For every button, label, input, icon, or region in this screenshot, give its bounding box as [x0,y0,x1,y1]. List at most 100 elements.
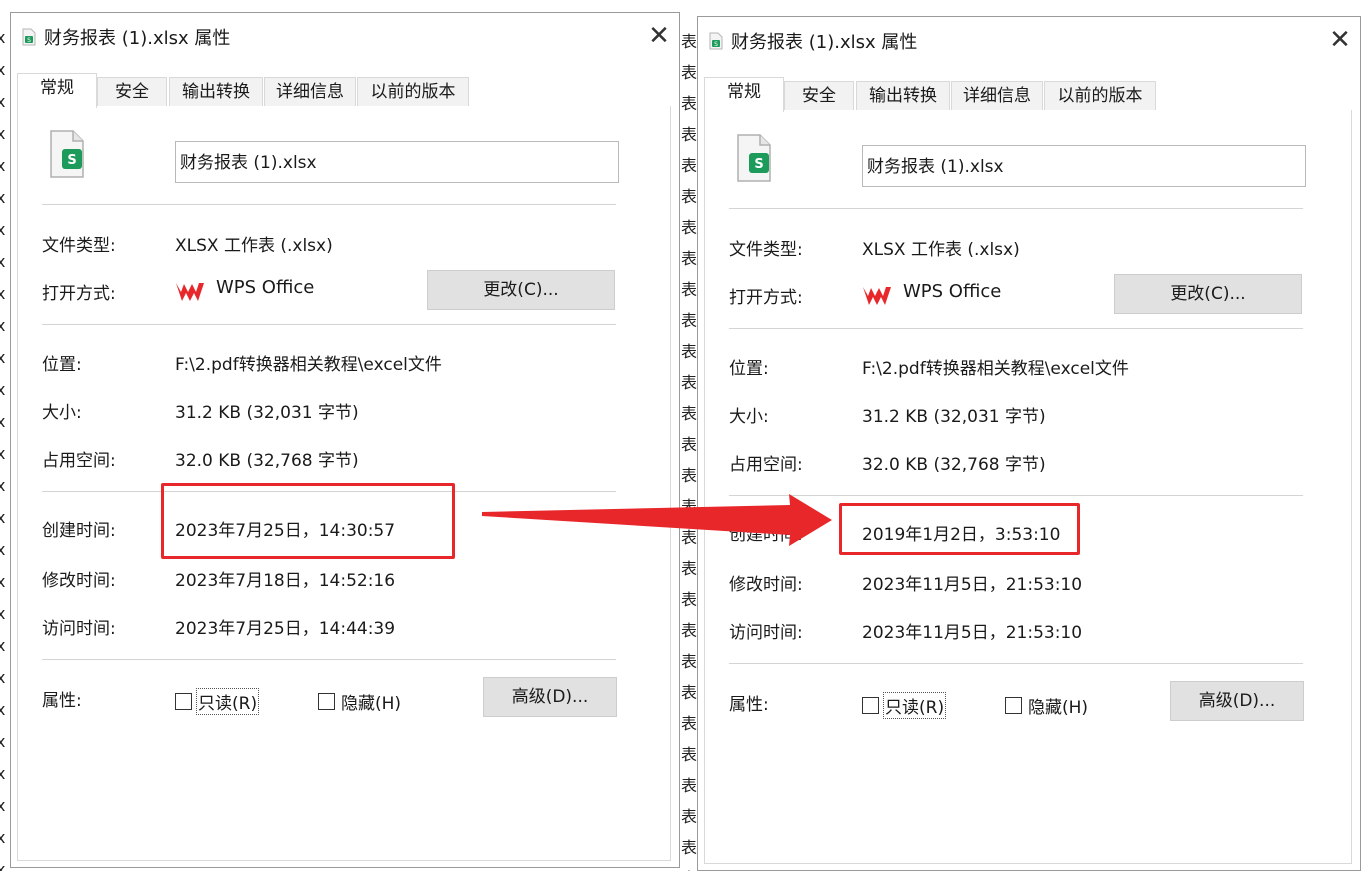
spreadsheet-file-icon: S [709,32,723,50]
background-glyph: x [0,476,6,495]
close-button[interactable]: ✕ [639,19,679,53]
spreadsheet-file-icon: S [737,134,771,182]
change-button[interactable]: 更改(C)... [427,270,615,310]
svg-text:S: S [714,41,718,48]
background-glyph: x [0,220,6,239]
separator [42,659,616,660]
modified-label: 修改时间: [42,571,116,591]
tab-security[interactable]: 安全 [784,81,854,111]
background-glyph: x [0,124,6,143]
location-label: 位置: [42,355,82,375]
hidden-label: 隐藏(H) [1028,698,1089,718]
wps-logo-icon [176,283,204,301]
background-glyph: 表 [681,865,697,871]
background-glyph: x [0,860,6,871]
background-glyph: 表 [681,311,697,330]
filename-field[interactable]: 财务报表 (1).xlsx [862,145,1306,187]
tab-strip: 常规 安全 输出转换 详细信息 以前的版本 [704,77,1352,112]
background-glyph: 表 [681,621,697,640]
created-time-highlight [839,503,1080,555]
hidden-label: 隐藏(H) [341,694,402,714]
separator [42,204,616,205]
title-bar[interactable]: S 财务报表 (1).xlsx 属性 ✕ [698,17,1360,65]
svg-text:S: S [754,157,763,172]
tab-details[interactable]: 详细信息 [264,77,356,107]
modified-value: 2023年11月5日，21:53:10 [862,575,1083,595]
background-glyph: 表 [681,466,697,485]
background-glyph: x [0,604,6,623]
background-glyph: x [0,636,6,655]
disk-size-label: 占用空间: [729,455,803,475]
background-glyph: x [0,284,6,303]
tab-details[interactable]: 详细信息 [951,81,1043,111]
svg-text:S: S [27,37,31,44]
background-glyph: x [0,412,6,431]
size-label: 大小: [42,403,82,423]
background-glyph: 表 [681,683,697,702]
separator [729,208,1303,209]
open-with-app: WPS Office [903,281,1002,302]
tab-output-conversion[interactable]: 输出转换 [856,81,950,111]
accessed-label: 访问时间: [729,623,803,643]
background-glyph: 表 [681,776,697,795]
tab-previous-versions[interactable]: 以前的版本 [357,77,469,107]
readonly-label: 只读(R) [882,692,947,719]
hidden-checkbox[interactable]: 隐藏(H) [1005,693,1089,718]
background-glyph: 表 [681,218,697,237]
background-glyph: x [0,316,6,335]
readonly-checkbox[interactable]: 只读(R) [175,688,260,715]
filename-field[interactable]: 财务报表 (1).xlsx [175,141,619,183]
open-with-app: WPS Office [216,277,315,298]
file-type-label: 文件类型: [42,236,116,256]
background-glyph: 表 [681,156,697,175]
file-type-label: 文件类型: [729,240,803,260]
close-icon: ✕ [648,21,670,51]
accessed-label: 访问时间: [42,619,116,639]
background-right-strip: 表表表表表表表表表表表表表表表表表表表表表表表表表表表表 [681,0,697,871]
checkbox-box[interactable] [175,693,192,710]
background-left-strip: xxxxxxxxxxxxxxxxxxxxxxxxxxx [0,0,10,871]
background-glyph: 表 [681,280,697,299]
tab-previous-versions[interactable]: 以前的版本 [1044,81,1156,111]
background-glyph: 表 [681,807,697,826]
background-glyph: x [0,188,6,207]
checkbox-box[interactable] [318,693,335,710]
background-glyph: 表 [681,373,697,392]
background-glyph: 表 [681,652,697,671]
accessed-value: 2023年7月25日，14:44:39 [175,619,396,639]
checkbox-box[interactable] [862,697,879,714]
advanced-button[interactable]: 高级(D)... [483,677,617,717]
separator [729,663,1303,664]
modified-label: 修改时间: [729,575,803,595]
size-label: 大小: [729,407,769,427]
tab-general[interactable]: 常规 [17,73,97,108]
background-glyph: 表 [681,435,697,454]
background-glyph: x [0,252,6,271]
background-glyph: 表 [681,559,697,578]
spreadsheet-file-icon: S [50,130,84,178]
background-glyph: x [0,508,6,527]
general-panel [704,110,1352,864]
title-bar[interactable]: S 财务报表 (1).xlsx 属性 ✕ [11,13,679,61]
size-value: 31.2 KB (32,031 字节) [175,403,359,423]
background-glyph: 表 [681,528,697,547]
background-glyph: 表 [681,63,697,82]
size-value: 31.2 KB (32,031 字节) [862,407,1046,427]
tab-general[interactable]: 常规 [704,77,784,112]
background-glyph: 表 [681,838,697,857]
properties-dialog-original: S 财务报表 (1).xlsx 属性 ✕ 常规 安全 输出转换 详细信息 以前的… [10,12,680,868]
hidden-checkbox[interactable]: 隐藏(H) [318,689,402,714]
accessed-value: 2023年11月5日，21:53:10 [862,623,1083,643]
readonly-label: 只读(R) [195,688,260,715]
readonly-checkbox[interactable]: 只读(R) [862,692,947,719]
created-time-highlight [161,483,455,559]
background-glyph: 表 [681,497,697,516]
tab-output-conversion[interactable]: 输出转换 [169,77,263,107]
tab-security[interactable]: 安全 [97,77,167,107]
checkbox-box[interactable] [1005,697,1022,714]
advanced-button[interactable]: 高级(D)... [1170,681,1304,721]
change-button[interactable]: 更改(C)... [1114,274,1302,314]
created-label: 创建时间: [42,521,116,541]
attributes-label: 属性: [729,695,769,715]
close-button[interactable]: ✕ [1320,23,1360,57]
